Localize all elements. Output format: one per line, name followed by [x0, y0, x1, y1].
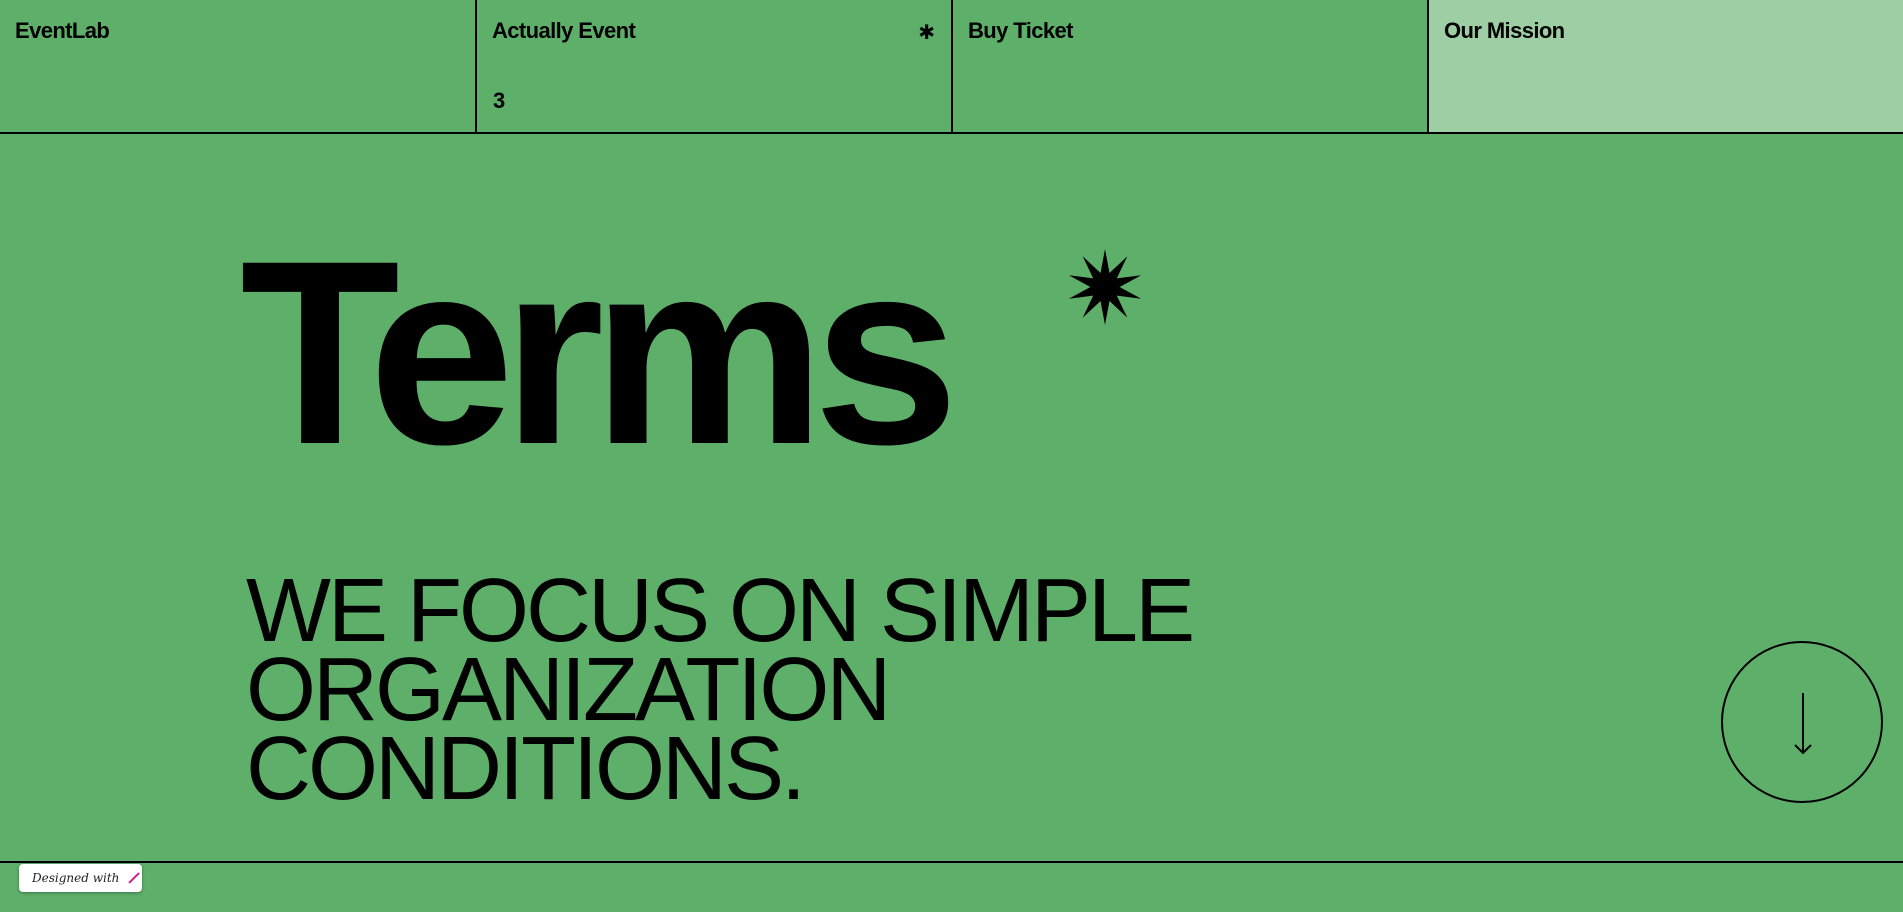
nav-actually-event[interactable]: Actually Event ✱ 3 [475, 0, 951, 132]
arrow-down-icon [1794, 693, 1812, 755]
nav-buy-ticket-label: Buy Ticket [968, 18, 1073, 43]
nav-our-mission[interactable]: Our Mission [1427, 0, 1903, 132]
nav-brand[interactable]: EventLab [0, 0, 475, 132]
nav-buy-ticket[interactable]: Buy Ticket [951, 0, 1427, 132]
scroll-down-button[interactable] [1721, 641, 1883, 803]
page-title: Terms [240, 206, 959, 499]
pen-slash-icon [128, 872, 141, 884]
top-navigation: EventLab Actually Event ✱ 3 Buy Ticket O… [0, 0, 1903, 134]
star-burst-icon [1068, 248, 1142, 326]
badge-text: Designed with [32, 871, 120, 885]
brand-logo-text: EventLab [15, 18, 110, 43]
designed-with-badge[interactable]: Designed with [19, 864, 142, 892]
hero-tagline: We focus on simple organization conditio… [246, 566, 1195, 819]
tagline-line: conditions. [246, 719, 806, 819]
nav-our-mission-label: Our Mission [1444, 18, 1565, 43]
asterisk-icon: ✱ [918, 22, 935, 44]
bottom-divider [0, 861, 1903, 863]
event-count: 3 [493, 88, 506, 113]
nav-actually-event-label: Actually Event [492, 18, 636, 43]
